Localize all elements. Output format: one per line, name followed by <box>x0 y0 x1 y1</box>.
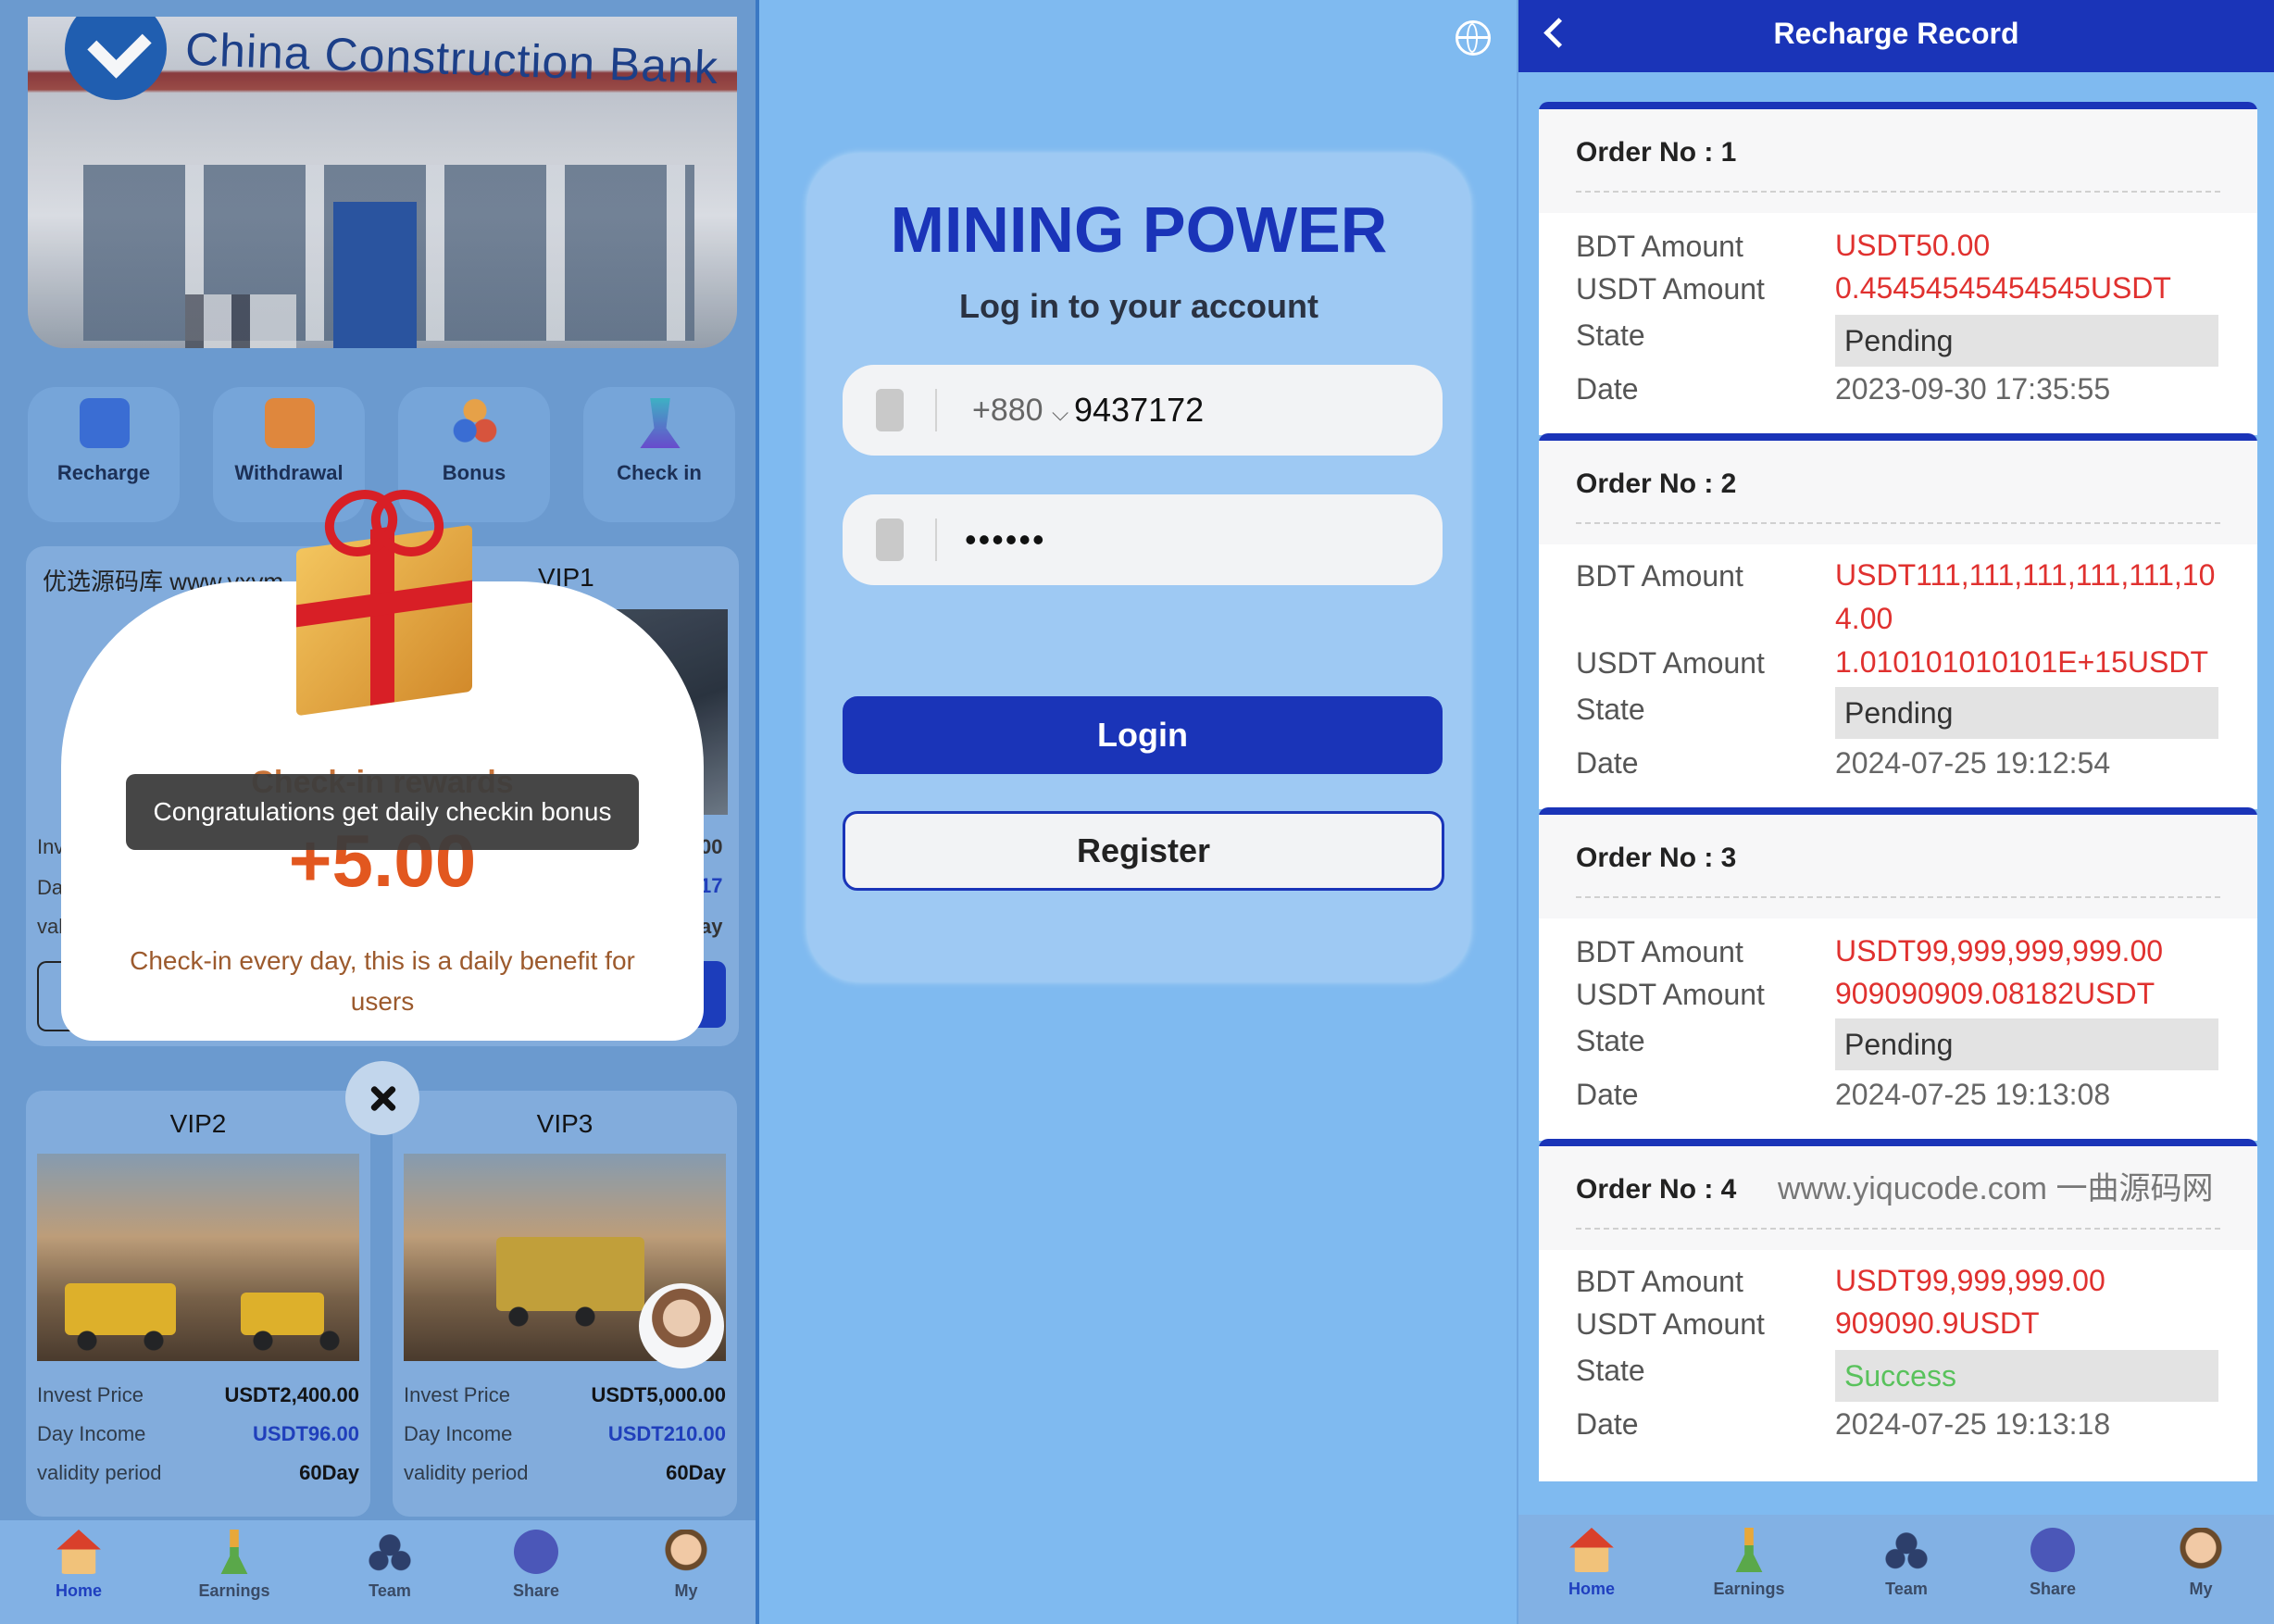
plant-icon <box>220 1530 248 1574</box>
nav-my[interactable]: My <box>2150 1528 2252 1599</box>
page-title: Recharge Record <box>1773 17 2019 50</box>
login-card: MINING POWER Log in to your account +880… <box>807 154 1470 981</box>
phone-field[interactable]: +880 ⌵ 9437172 <box>843 365 1443 456</box>
register-button[interactable]: Register <box>843 811 1444 891</box>
country-code-select[interactable]: +880 ⌵ <box>972 393 1068 429</box>
toast-message: Congratulations get daily checkin bonus <box>126 774 639 850</box>
order-card-2: Order No : 2 BDT Amount USDT111,111,111,… <box>1539 433 2257 809</box>
home-panel: China Construction Bank Recharge Withdra… <box>0 0 759 1624</box>
order-card-4: Order No : 4 www.yiqucode.com 一曲源码网 BDT … <box>1539 1139 2257 1481</box>
nav-earnings[interactable]: Earnings <box>1698 1528 1800 1599</box>
password-input[interactable]: •••••• <box>965 520 1046 559</box>
bank-name-text: China Construction Bank <box>184 22 719 94</box>
recharge-record-panel: Recharge Record Order No : 1 BDT Amount … <box>1518 0 2274 1624</box>
status-badge: Pending <box>1835 315 2218 367</box>
team-icon <box>368 1530 412 1574</box>
team-icon <box>1884 1528 1929 1572</box>
chevron-down-icon: ⌵ <box>1052 401 1069 426</box>
status-badge: Success <box>1835 1350 2218 1402</box>
nav-team[interactable]: Team <box>1855 1528 1957 1599</box>
nav-earnings[interactable]: Earnings <box>183 1530 285 1601</box>
nav-my[interactable]: My <box>635 1530 737 1601</box>
nav-home[interactable]: Home <box>28 1530 130 1601</box>
trophy-icon <box>640 398 681 448</box>
status-badge: Pending <box>1835 1018 2218 1070</box>
bank-logo-icon <box>65 17 167 100</box>
house-icon <box>1569 1528 1614 1572</box>
login-subtitle: Log in to your account <box>959 287 1318 325</box>
order-card-1: Order No : 1 BDT Amount USDT50.00 USDT A… <box>1539 102 2257 435</box>
phone-input[interactable]: 9437172 <box>1074 391 1204 430</box>
house-icon <box>56 1530 101 1574</box>
close-popup-button[interactable] <box>345 1061 419 1135</box>
nav-share[interactable]: Share <box>2002 1528 2104 1599</box>
recharge-button[interactable]: Recharge <box>28 387 180 522</box>
status-badge: Pending <box>1835 687 2218 739</box>
password-field[interactable]: •••••• <box>843 494 1443 585</box>
share-icon <box>2030 1528 2075 1572</box>
header-bar: Recharge Record <box>1518 0 2274 72</box>
login-panel: MINING POWER Log in to your account +880… <box>759 0 1518 1624</box>
language-globe-icon[interactable] <box>1456 20 1491 56</box>
bottom-nav: Home Earnings Team Share My <box>0 1520 759 1624</box>
nav-team[interactable]: Team <box>339 1530 441 1601</box>
checkin-description: Check-in every day, this is a daily bene… <box>130 946 635 1016</box>
app-title: MINING POWER <box>890 194 1388 266</box>
support-avatar[interactable] <box>639 1283 724 1368</box>
gift-icon <box>287 481 472 717</box>
card-icon <box>265 398 315 448</box>
nav-home[interactable]: Home <box>1541 1528 1643 1599</box>
vip2-card[interactable]: VIP2 Invest Price USDT2,400.00 Day Income… <box>26 1091 370 1517</box>
people-icon <box>450 398 500 448</box>
login-button[interactable]: Login <box>843 696 1443 774</box>
watermark-text: www.yiqucode.com 一曲源码网 <box>1778 1171 2214 1206</box>
bottom-nav: Home Earnings Team Share My <box>1518 1515 2274 1624</box>
bank-banner-image: China Construction Bank <box>28 17 737 348</box>
order-card-3: Order No : 3 BDT Amount USDT99,999,999,9… <box>1539 807 2257 1141</box>
person-icon <box>2179 1528 2223 1572</box>
share-icon <box>514 1530 558 1574</box>
nav-share[interactable]: Share <box>485 1530 587 1601</box>
check-in-button[interactable]: Check in <box>583 387 735 522</box>
phone-icon <box>876 389 904 431</box>
plant-icon <box>1735 1528 1763 1572</box>
vip2-mining-image <box>37 1154 359 1361</box>
person-icon <box>664 1530 708 1574</box>
lock-icon <box>876 518 904 561</box>
wallet-icon <box>80 398 130 448</box>
